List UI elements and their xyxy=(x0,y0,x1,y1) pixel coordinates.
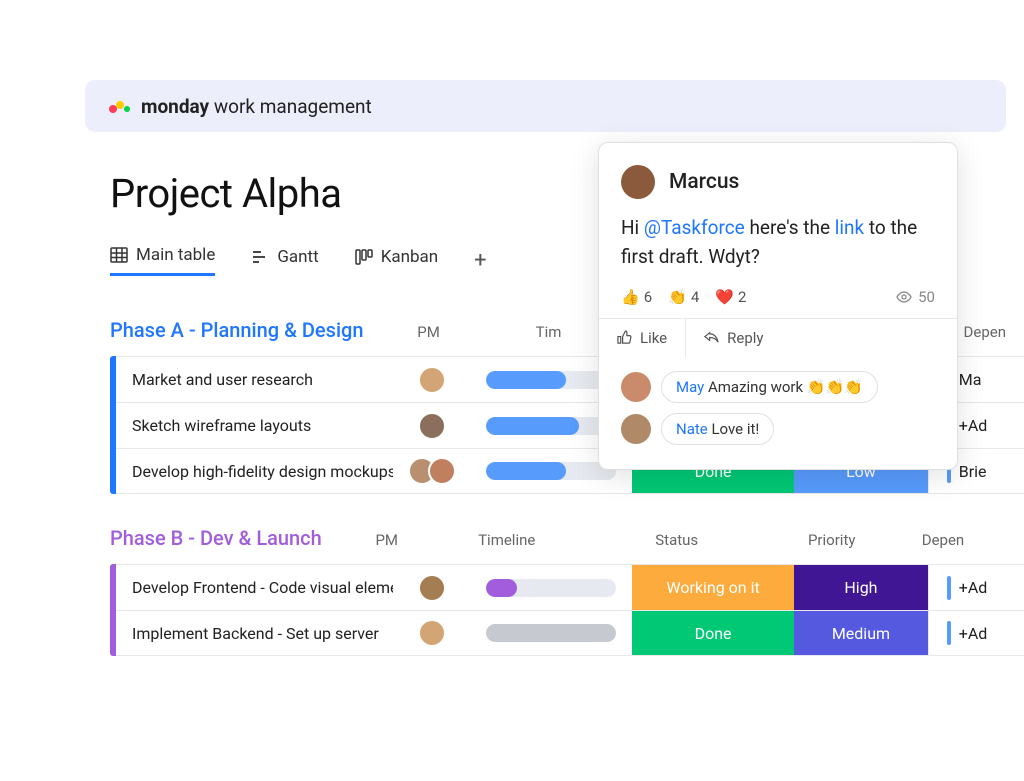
brand-label: monday work management xyxy=(141,95,372,118)
group-phase-b: Phase B - Dev & Launch PM Timeline Statu… xyxy=(110,526,1024,656)
gantt-icon xyxy=(251,248,269,266)
timeline-cell[interactable] xyxy=(470,579,632,597)
task-name[interactable]: Implement Backend - Set up server xyxy=(116,624,393,643)
dependent-cell[interactable]: +Ad xyxy=(928,611,1024,655)
monday-logo-icon xyxy=(107,94,131,118)
table-row[interactable]: Develop Frontend - Code visual elements … xyxy=(116,564,1024,610)
pm-cell[interactable] xyxy=(393,457,469,485)
thumbs-up-icon: 👍 xyxy=(621,288,640,306)
status-cell[interactable]: Done xyxy=(632,611,794,655)
eye-icon xyxy=(896,289,912,305)
group-title[interactable]: Phase B - Dev & Launch xyxy=(110,526,322,550)
tab-main-table[interactable]: Main table xyxy=(110,245,215,276)
avatar xyxy=(428,457,456,485)
group-title[interactable]: Phase A - Planning & Design xyxy=(110,318,364,342)
author-name[interactable]: Marcus xyxy=(669,170,739,194)
reply-bubble[interactable]: May Amazing work 👏👏👏 xyxy=(661,371,878,403)
task-name[interactable]: Develop Frontend - Code visual elements xyxy=(116,578,393,597)
col-header-status: Status xyxy=(592,531,762,549)
pm-cell[interactable] xyxy=(393,619,469,647)
reply-avatar[interactable] xyxy=(621,414,651,444)
dependent-cell[interactable]: +Ad xyxy=(928,565,1024,610)
status-cell[interactable]: Working on it xyxy=(632,565,794,610)
avatar xyxy=(418,574,446,602)
col-header-pm: PM xyxy=(342,531,422,549)
tab-gantt[interactable]: Gantt xyxy=(251,247,318,275)
tab-kanban-label: Kanban xyxy=(381,247,438,267)
tab-kanban[interactable]: Kanban xyxy=(355,247,438,275)
table-icon xyxy=(110,246,128,264)
col-header-timeline: Timeline xyxy=(422,531,592,549)
pm-cell[interactable] xyxy=(393,574,469,602)
avatar xyxy=(418,619,446,647)
add-view-button[interactable]: + xyxy=(474,248,486,273)
heart-icon: ❤️ xyxy=(715,288,734,306)
task-name[interactable]: Develop high-fidelity design mockups xyxy=(116,462,393,481)
thumbs-up-outline-icon xyxy=(617,330,632,345)
reply-button[interactable]: Reply xyxy=(685,319,781,357)
task-name[interactable]: Market and user research xyxy=(116,370,393,389)
priority-cell[interactable]: Medium xyxy=(794,611,928,655)
view-count: 50 xyxy=(896,288,935,306)
col-header-pm: PM xyxy=(384,323,464,341)
reaction-thumbs[interactable]: 👍6 xyxy=(621,288,652,306)
reply-bubble[interactable]: Nate Love it! xyxy=(661,413,774,445)
tab-gantt-label: Gantt xyxy=(277,247,318,267)
author-avatar[interactable] xyxy=(621,165,655,199)
like-button[interactable]: Like xyxy=(599,319,685,357)
comment-body: Hi @Taskforce here's the link to the fir… xyxy=(621,213,935,272)
timeline-cell[interactable] xyxy=(470,624,632,642)
reply-icon xyxy=(704,330,719,345)
tab-main-label: Main table xyxy=(136,245,215,265)
pm-cell[interactable] xyxy=(393,366,469,394)
kanban-icon xyxy=(355,248,373,266)
priority-cell[interactable]: High xyxy=(794,565,928,610)
reply-item: Nate Love it! xyxy=(621,413,935,445)
avatar xyxy=(418,366,446,394)
pm-cell[interactable] xyxy=(393,412,469,440)
reply-item: May Amazing work 👏👏👏 xyxy=(621,371,935,403)
app-header: monday work management xyxy=(85,80,1006,132)
comment-card: Marcus Hi @Taskforce here's the link to … xyxy=(598,142,958,470)
mention-link[interactable]: @Taskforce xyxy=(644,216,745,239)
avatar xyxy=(418,412,446,440)
reaction-heart[interactable]: ❤️2 xyxy=(715,288,746,306)
clap-icon: 👏 xyxy=(668,288,687,306)
reply-avatar[interactable] xyxy=(621,372,651,402)
table-row[interactable]: Implement Backend - Set up server Done M… xyxy=(116,610,1024,656)
col-header-priority: Priority xyxy=(762,531,902,549)
link[interactable]: link xyxy=(835,216,864,239)
reaction-clap[interactable]: 👏4 xyxy=(668,288,699,306)
task-name[interactable]: Sketch wireframe layouts xyxy=(116,416,393,435)
col-header-dependent: Depen xyxy=(902,531,1002,549)
